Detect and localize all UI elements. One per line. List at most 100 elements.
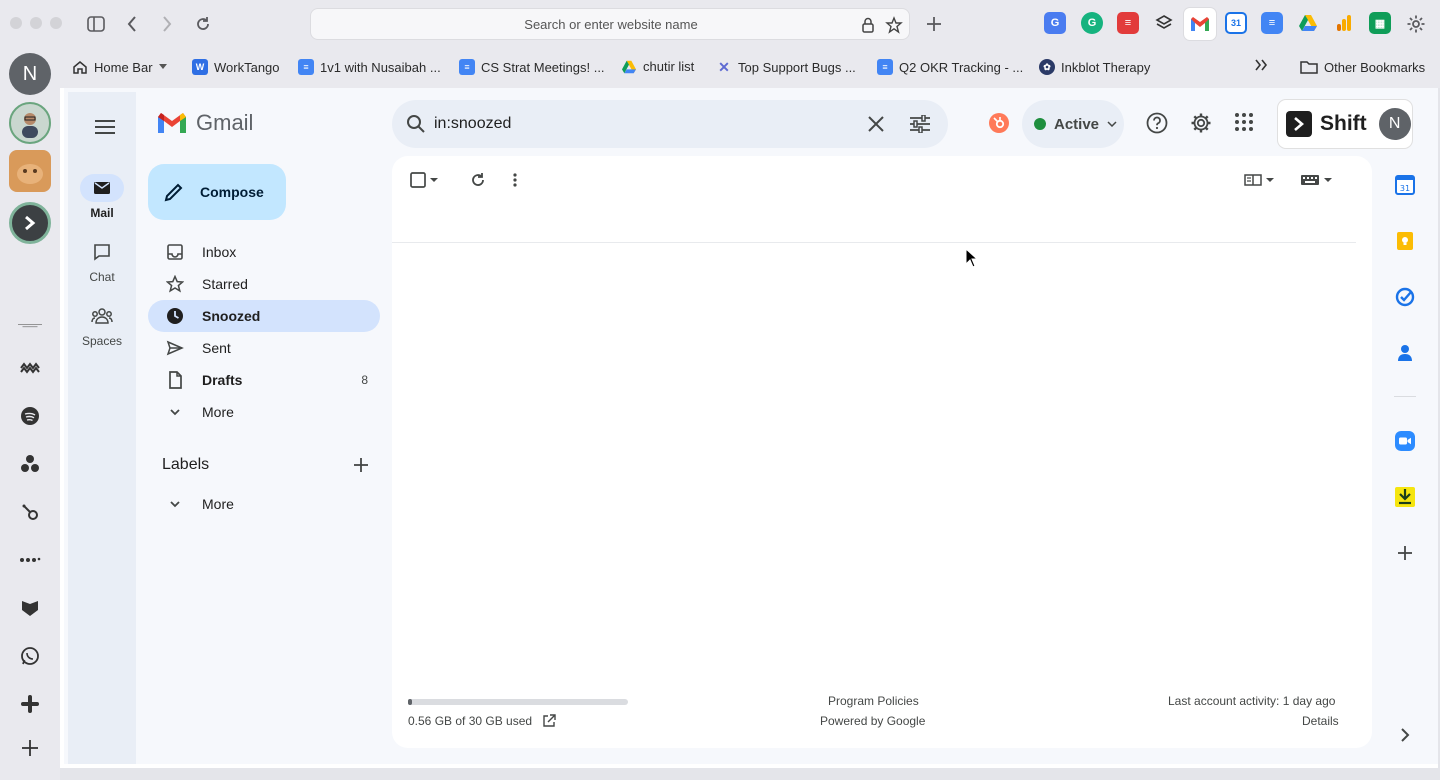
chevron-down-icon	[166, 495, 184, 513]
activity-details-link[interactable]: Details	[1302, 714, 1339, 728]
refresh-icon[interactable]	[470, 170, 486, 190]
apps-grid-icon[interactable]	[1234, 112, 1258, 136]
storage-usage: 0.56 GB of 30 GB used	[408, 714, 556, 728]
reload-icon[interactable]	[191, 12, 215, 36]
bookmark-q2-okr-tracking[interactable]: ≡ Q2 OKR Tracking - ...	[877, 59, 1023, 75]
rail-spaces[interactable]: Spaces	[68, 302, 136, 348]
new-tab-icon[interactable]	[922, 12, 946, 36]
nav-item-starred[interactable]: Starred	[148, 268, 380, 300]
powered-by-google: Powered by Google	[820, 714, 926, 728]
shield-app-icon[interactable]	[18, 596, 42, 620]
drive-extension-icon[interactable]	[1297, 12, 1319, 34]
account-avatar-2[interactable]	[9, 150, 51, 192]
settings-icon[interactable]	[1190, 112, 1214, 136]
side-panel-divider	[1394, 396, 1416, 397]
window-minimize-button[interactable]	[30, 17, 42, 29]
nav-item-drafts[interactable]: Drafts 8	[148, 364, 380, 396]
inkblot-icon: ✿	[1039, 59, 1055, 75]
search-icon[interactable]	[404, 112, 428, 136]
labels-more[interactable]: More	[148, 488, 380, 520]
external-link-icon[interactable]	[542, 714, 556, 728]
help-icon[interactable]	[1146, 112, 1170, 136]
drafts-count: 8	[361, 373, 368, 387]
calendar-extension-icon[interactable]: 31	[1225, 12, 1247, 34]
bookmark-worktango[interactable]: W WorkTango	[192, 59, 280, 75]
spaces-icon	[80, 302, 124, 330]
rail-chat[interactable]: Chat	[68, 238, 136, 284]
bookmark-top-support-bugs[interactable]: ✕ Top Support Bugs ...	[716, 59, 856, 75]
more-options-icon[interactable]	[512, 170, 518, 190]
account-avatar-1[interactable]	[9, 102, 51, 144]
worktango-icon: W	[192, 59, 208, 75]
lock-icon	[859, 16, 877, 34]
expand-side-panel-icon[interactable]	[1394, 724, 1416, 746]
whatsapp-icon[interactable]	[18, 644, 42, 668]
back-icon[interactable]	[120, 12, 144, 36]
gmail-app-rail: Mail Chat Spaces	[68, 92, 136, 764]
analytics-extension-icon[interactable]	[1333, 12, 1355, 34]
bookmark-home-bar[interactable]: Home Bar	[72, 59, 167, 75]
spotify-icon[interactable]	[18, 404, 42, 428]
shift-app-avatar[interactable]	[9, 202, 51, 244]
bookmark-star-icon[interactable]	[885, 16, 903, 34]
get-addons-icon[interactable]	[1394, 542, 1416, 564]
gmail-tab-icon[interactable]	[1184, 8, 1216, 40]
labels-heading: Labels	[162, 456, 210, 473]
layers-extension-icon[interactable]	[1153, 12, 1175, 34]
tasks-icon[interactable]	[1394, 286, 1416, 308]
search-options-icon[interactable]	[908, 112, 932, 136]
status-selector[interactable]: Active	[1022, 100, 1124, 148]
window-zoom-button[interactable]	[50, 17, 62, 29]
split-pane-toggle-icon[interactable]	[1244, 170, 1276, 190]
docs-icon: ≡	[877, 59, 893, 75]
docs-extension-icon[interactable]: ≡	[1261, 12, 1283, 34]
calendar-icon[interactable]: 31	[1394, 174, 1416, 196]
input-tools-icon[interactable]	[1300, 170, 1334, 190]
search-input[interactable]	[434, 112, 854, 136]
bookmark-chutir-list[interactable]: chutir list	[621, 59, 694, 74]
other-bookmarks[interactable]: Other Bookmarks	[1300, 59, 1425, 75]
contacts-icon[interactable]	[1394, 342, 1416, 364]
todoist-extension-icon[interactable]: ≡	[1117, 12, 1139, 34]
clear-search-icon[interactable]	[864, 112, 888, 136]
hubspot-icon[interactable]	[988, 112, 1012, 136]
nav-item-more[interactable]: More	[148, 396, 380, 428]
more-apps-icon[interactable]	[18, 548, 42, 572]
add-app-icon[interactable]	[18, 736, 42, 760]
add-label-icon[interactable]	[350, 454, 372, 476]
settings-gear-icon[interactable]	[1404, 12, 1428, 36]
nav-item-sent[interactable]: Sent	[148, 332, 380, 364]
nav-item-inbox[interactable]: Inbox	[148, 236, 380, 268]
dock-divider-icon[interactable]	[18, 314, 42, 338]
program-policies-link[interactable]: Program Policies	[828, 694, 919, 708]
compose-button[interactable]: Compose	[148, 164, 286, 220]
bookmark-cs-strat-meetings[interactable]: ≡ CS Strat Meetings! ...	[459, 59, 605, 75]
select-all-checkbox[interactable]	[410, 170, 440, 190]
profile-avatar[interactable]: N	[9, 53, 51, 95]
gmail-logo[interactable]: Gmail	[156, 110, 253, 136]
sidebar-toggle-icon[interactable]	[84, 12, 108, 36]
bookmark-inkblot-therapy[interactable]: ✿ Inkblot Therapy	[1039, 59, 1150, 75]
slack-icon[interactable]	[18, 692, 42, 716]
grammarly-extension-icon[interactable]: G	[1081, 12, 1103, 34]
hubspot-dock-icon[interactable]	[18, 500, 42, 524]
nav-item-snoozed[interactable]: Snoozed	[148, 300, 380, 332]
bookmarks-overflow-icon[interactable]	[1254, 59, 1268, 71]
main-menu-icon[interactable]	[92, 114, 118, 140]
rail-mail[interactable]: Mail	[68, 174, 136, 220]
asana-icon[interactable]	[18, 452, 42, 476]
tangle-icon[interactable]	[18, 356, 42, 380]
account-avatar[interactable]: N	[1378, 108, 1411, 140]
shift-account-switcher[interactable]: Shift N	[1278, 100, 1412, 148]
caret-down-icon	[428, 176, 440, 184]
window-close-button[interactable]	[10, 17, 22, 29]
download-icon[interactable]	[1394, 486, 1416, 508]
caret-down-icon	[1264, 176, 1276, 184]
keep-icon[interactable]	[1394, 230, 1416, 252]
translate-extension-icon[interactable]: G	[1044, 12, 1066, 34]
zoom-icon[interactable]	[1394, 430, 1416, 452]
bookmark-1v1-nusaibah[interactable]: ≡ 1v1 with Nusaibah ...	[298, 59, 441, 75]
address-bar[interactable]: Search or enter website name	[310, 8, 910, 40]
sheets-extension-icon[interactable]: ▦	[1369, 12, 1391, 34]
forward-icon[interactable]	[155, 12, 179, 36]
